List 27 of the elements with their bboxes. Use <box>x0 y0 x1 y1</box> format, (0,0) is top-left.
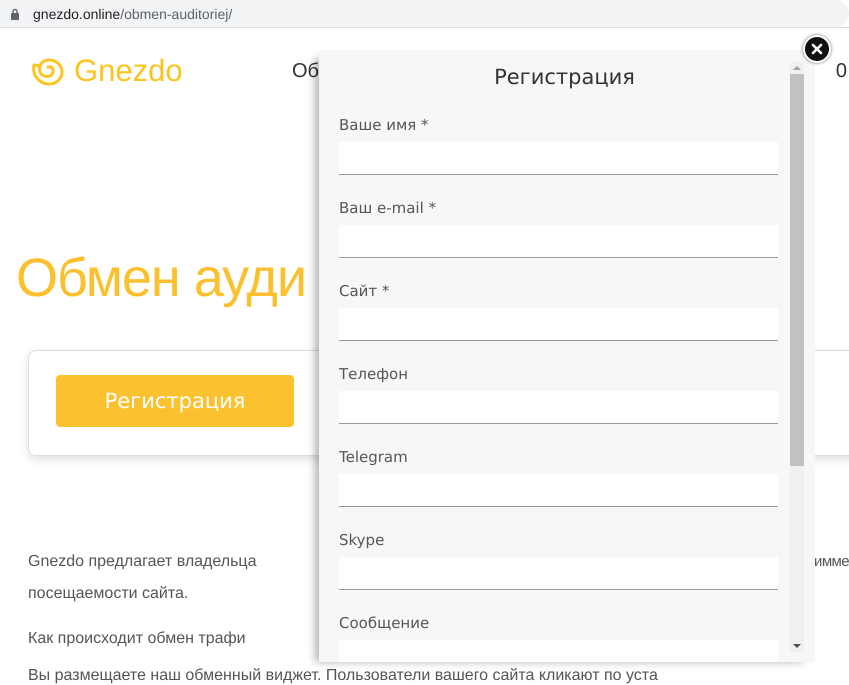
input-field[interactable] <box>339 142 778 175</box>
scrollbar[interactable] <box>790 62 804 652</box>
input-field[interactable] <box>339 474 778 507</box>
input-field[interactable] <box>339 225 778 258</box>
field-label: Телефон <box>339 364 410 385</box>
text-line: Как происходит обмен трафи <box>28 629 246 649</box>
field-label: Ваш e-mail * <box>339 198 438 219</box>
text-line: имме <box>814 552 849 572</box>
input-field[interactable] <box>339 391 778 424</box>
field-label: Skype <box>339 530 386 551</box>
text-line: Gnezdo предлагает владельца <box>28 552 256 572</box>
close-button[interactable] <box>803 35 831 63</box>
nav-link[interactable]: Об <box>292 60 320 82</box>
close-icon <box>811 43 823 55</box>
field-label: Telegram <box>339 447 409 468</box>
input-field[interactable] <box>339 308 778 341</box>
field-label: Сайт * <box>339 281 390 302</box>
address-bar[interactable]: gnezdo.online/obmen-auditoriej/ <box>0 0 849 27</box>
dialog-title: Регистрация <box>493 64 636 90</box>
page-title: Обмен ауди <box>15 247 306 310</box>
field-label: Сообщение <box>339 613 430 634</box>
nav-link[interactable]: 0 <box>836 60 847 82</box>
field-label: Ваше имя * <box>339 115 430 136</box>
text-line: посещаемости сайта. <box>28 584 188 604</box>
scrollbar-thumb[interactable] <box>790 74 804 466</box>
text-line: Вы размещаете наш обменный виджет. Пользователи вашего сайта кликают по уста <box>28 666 658 685</box>
input-field[interactable] <box>339 557 778 590</box>
